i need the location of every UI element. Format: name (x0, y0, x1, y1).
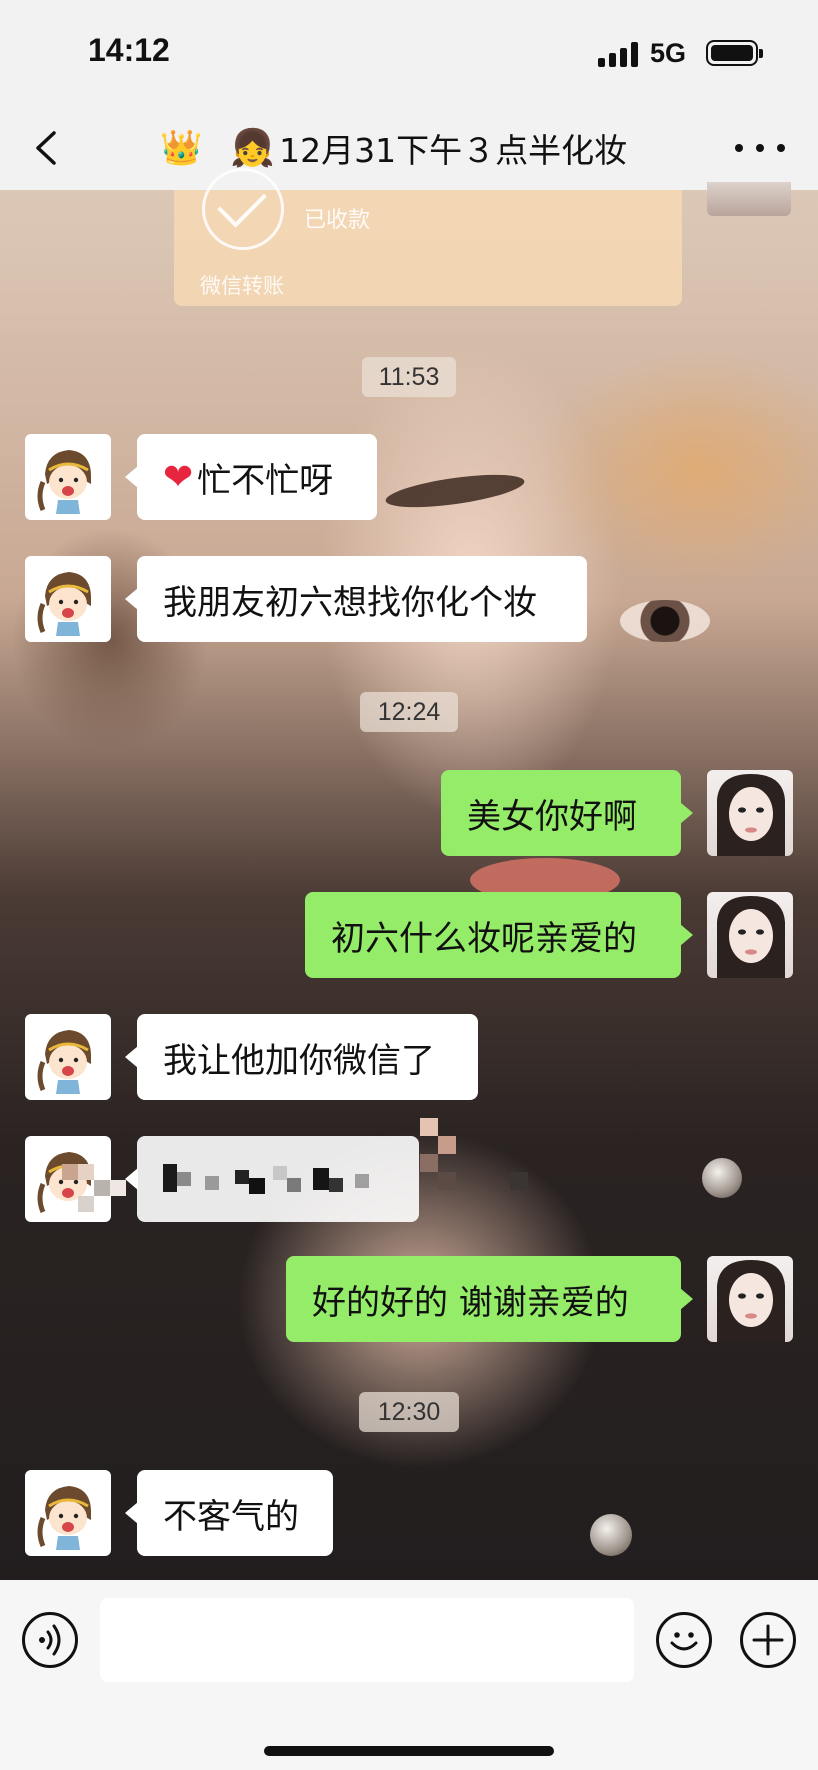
home-indicator[interactable] (264, 1746, 554, 1756)
message-timestamp: 12:24 (360, 692, 458, 732)
redacted-message-bubble[interactable] (125, 1136, 419, 1222)
more-button[interactable] (735, 129, 785, 167)
selfie-avatar-icon (717, 1260, 785, 1342)
message-text: 忙不忙呀 (197, 460, 334, 501)
avatar-friend[interactable] (25, 1470, 111, 1556)
transfer-card[interactable]: 已收款 微信转账 (174, 168, 682, 306)
avatar-friend[interactable] (25, 1014, 111, 1100)
input-bar (0, 1580, 818, 1770)
status-time: 14:12 (88, 32, 170, 68)
more-icon (735, 144, 743, 152)
plus-icon (752, 1624, 784, 1656)
background-detail (590, 1514, 632, 1556)
message-timestamp: 11:53 (362, 357, 456, 397)
message-bubble-incoming[interactable]: 我让他加你微信了 (125, 1014, 478, 1100)
voice-icon (39, 1624, 61, 1656)
avatar-self[interactable] (707, 892, 793, 978)
message-bubble-outgoing[interactable]: 初六什么妆呢亲爱的 (305, 892, 693, 978)
message-text: 美女你好啊 (467, 796, 637, 837)
cartoon-girl-icon (37, 450, 91, 514)
emoji-button[interactable] (656, 1612, 712, 1668)
heart-icon: ❤ (163, 456, 194, 498)
cartoon-girl-icon (37, 1030, 91, 1094)
message-text: 我朋友初六想找你化个妆 (163, 582, 537, 623)
message-text: 不客气的 (163, 1496, 299, 1537)
avatar-self[interactable] (707, 770, 793, 856)
redaction-mosaic (420, 1118, 530, 1228)
redaction-mosaic (163, 1158, 403, 1200)
status-bar: 14:12 5G (0, 0, 818, 105)
message-text: 初六什么妆呢亲爱的 (331, 918, 637, 959)
battery-icon (706, 40, 763, 66)
message-bubble-incoming[interactable]: 我朋友初六想找你化个妆 (125, 556, 587, 642)
message-bubble-incoming[interactable]: 不客气的 (125, 1470, 333, 1556)
avatar-friend[interactable] (25, 556, 111, 642)
network-type: 5G (650, 38, 687, 68)
back-icon (36, 131, 56, 165)
emoji-icon (670, 1632, 698, 1651)
plus-button[interactable] (740, 1612, 796, 1668)
message-text: 我让他加你微信了 (163, 1040, 435, 1081)
transfer-footer: 微信转账 (200, 274, 284, 298)
message-input[interactable] (100, 1598, 634, 1682)
avatar-self[interactable] (707, 182, 791, 216)
avatar-self[interactable] (707, 1256, 793, 1342)
crown-emoji-icon: 👑 (160, 128, 203, 168)
background-detail (702, 1158, 742, 1198)
message-bubble-outgoing[interactable]: 美女你好啊 (441, 770, 693, 856)
back-button[interactable] (26, 123, 72, 173)
message-text: 好的好的 谢谢亲爱的 (312, 1282, 629, 1323)
selfie-avatar-icon (717, 896, 785, 978)
voice-button[interactable] (22, 1612, 78, 1668)
avatar-friend[interactable] (25, 434, 111, 520)
chat-title-text: 12月31下午３点半化妆 (279, 131, 628, 170)
cartoon-girl-icon (37, 572, 91, 636)
cartoon-girl-icon (37, 1486, 91, 1550)
message-timestamp: 12:30 (359, 1392, 459, 1432)
chat-title: 👑 👧 12月31下午３点半化妆 (160, 123, 680, 173)
background-detail (383, 468, 527, 514)
message-bubble-incoming[interactable]: ❤ 忙不忙呀 (125, 434, 377, 520)
background-detail (620, 600, 710, 642)
chat-header: 👑 👧 12月31下午３点半化妆 (0, 105, 818, 190)
message-bubble-outgoing[interactable]: 好的好的 谢谢亲爱的 (286, 1256, 693, 1342)
girl-emoji-icon: 👧 (230, 128, 276, 169)
check-icon (202, 168, 284, 250)
selfie-avatar-icon (717, 774, 785, 856)
signal-icon (598, 41, 640, 67)
transfer-status: 已收款 (304, 208, 371, 233)
